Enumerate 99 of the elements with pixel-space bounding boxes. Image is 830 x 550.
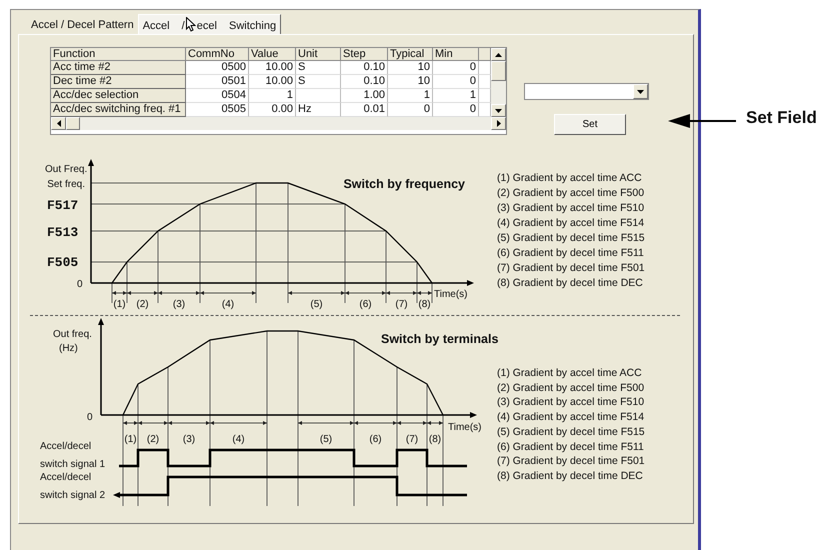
- guide-line: [126, 262, 128, 304]
- segment-label: (4): [232, 434, 245, 445]
- legend-item: (7) Gradient by decel time F501: [497, 261, 645, 276]
- scroll-down-button[interactable]: [491, 104, 506, 117]
- segment-label: (6): [359, 299, 372, 310]
- segment-label: (3): [172, 299, 186, 310]
- table-cell: [296, 89, 341, 103]
- table-cell: 0500: [186, 61, 249, 75]
- horizontal-scrollbar[interactable]: [51, 117, 506, 130]
- segment-label: (2): [146, 434, 160, 445]
- segment-label: (1): [124, 434, 137, 445]
- table-cell: 1: [388, 89, 433, 103]
- segment-label: (3): [182, 434, 196, 445]
- level-label: Set freq.: [47, 179, 85, 190]
- axis-unit-label: (Hz): [59, 343, 78, 354]
- axis-title: Out freq.: [53, 329, 92, 340]
- column-header[interactable]: Min: [433, 48, 479, 61]
- table-cell: 10: [388, 61, 433, 75]
- column-header[interactable]: Step: [341, 48, 388, 61]
- callout-label: Set Field: [746, 108, 817, 128]
- chart-title: Switch by terminals: [381, 332, 498, 346]
- table-cell: 0501: [186, 75, 249, 89]
- segment-label: (1): [113, 299, 126, 310]
- scrollbar-thumb[interactable]: [491, 61, 506, 81]
- table-cell: 1.00: [341, 89, 388, 103]
- scrollbar-thumb[interactable]: [66, 117, 80, 130]
- table-cell: 0.10: [341, 61, 388, 75]
- segment-label: (4): [222, 299, 234, 310]
- scroll-left-button[interactable]: [51, 117, 66, 130]
- table-cell: 0: [433, 75, 479, 89]
- column-header[interactable]: Value: [249, 48, 296, 61]
- legend-item: (5) Gradient by decel time F515: [497, 231, 645, 246]
- level-label: F517: [47, 198, 78, 213]
- legend-item: (3) Gradient by accel time F510: [497, 395, 645, 410]
- chart-title: Switch by frequency: [343, 177, 465, 191]
- axis-zero-label: 0: [77, 279, 83, 290]
- signal-label: Accel/decel switch signal 1: [40, 441, 106, 470]
- legend-item: (8) Gradient by decel time DEC: [497, 276, 644, 291]
- table-cell: 0.10: [341, 75, 388, 89]
- table-cell: 1: [433, 89, 479, 103]
- table-cell: Acc/dec switching freq. #1: [51, 103, 186, 117]
- legend-item: (4) Gradient by accel time F514: [497, 216, 645, 231]
- table-cell: 10: [388, 75, 433, 89]
- table-cell: S: [296, 61, 341, 75]
- callout-arrow: [668, 111, 736, 131]
- legend-item: (7) Gradient by decel time F501: [497, 454, 645, 469]
- table-cell: Acc/dec selection: [51, 89, 186, 103]
- caret-up-icon: [495, 52, 502, 56]
- caret-right-icon: [496, 120, 500, 127]
- legend-item: (5) Gradient by decel time F515: [497, 424, 645, 440]
- segment-label: (7): [395, 299, 408, 310]
- x-axis-label: Time(s): [448, 422, 482, 433]
- level-label: F505: [47, 255, 78, 270]
- legend-item: (1) Gradient by accel time ACC: [497, 366, 643, 381]
- segment-label: (8): [418, 299, 431, 310]
- scroll-up-button[interactable]: [491, 48, 506, 61]
- legend-item: (2) Gradient by accel time F500: [497, 186, 645, 201]
- legend-item: (2) Gradient by accel time F500: [497, 380, 645, 396]
- x-axis-label: Time(s): [434, 289, 468, 300]
- arrowhead-icon: [113, 492, 120, 498]
- set-button[interactable]: Set: [554, 114, 626, 135]
- segment-label: (5): [310, 299, 323, 310]
- tab[interactable]: Accel / ecel Switching: [138, 14, 282, 34]
- column-header[interactable]: Unit: [296, 48, 341, 61]
- dropdown-field[interactable]: [524, 83, 649, 100]
- table-cell: 0504: [186, 89, 249, 103]
- segment-label: (7): [406, 434, 418, 445]
- guide-line: [416, 262, 418, 304]
- segment-label: (2): [136, 299, 149, 310]
- level-label: F513: [47, 225, 78, 240]
- legend-item: (6) Gradient by decel time F511: [497, 246, 645, 261]
- signal-label: Accel/decel switch signal 2: [40, 472, 106, 501]
- vertical-scrollbar[interactable]: [491, 48, 506, 117]
- table-cell: Acc time #2: [51, 61, 186, 75]
- table-cell: 10.00: [249, 61, 296, 75]
- table-cell: Dec time #2: [51, 75, 186, 89]
- segment-label: (8): [428, 434, 442, 445]
- legend-item: (1) Gradient by accel time ACC: [497, 171, 643, 186]
- table-cell: 0: [433, 61, 479, 75]
- column-header[interactable]: CommNo: [186, 48, 249, 61]
- column-header[interactable]: Function: [51, 48, 186, 61]
- table-cell: 1: [249, 89, 296, 103]
- tab[interactable]: Accel / Decel Pattern: [27, 16, 138, 34]
- segment-label: (6): [369, 434, 382, 445]
- legend-item: (6) Gradient by decel time F511: [497, 440, 645, 454]
- legend-item: (4) Gradient by accel time F514: [497, 410, 645, 425]
- axis-zero-label: 0: [87, 412, 93, 423]
- caret-down-icon: [637, 90, 644, 94]
- caret-down-icon: [495, 108, 502, 112]
- table-cell: S: [296, 75, 341, 89]
- axis-title: Out Freq.: [45, 164, 88, 175]
- table-cell: 10.00: [249, 75, 296, 89]
- cursor-icon: [186, 17, 196, 32]
- segment-label: (5): [320, 434, 332, 445]
- legend-item: (8) Gradient by decel time DEC: [497, 468, 644, 484]
- caret-left-icon: [56, 120, 60, 127]
- scroll-right-button[interactable]: [491, 117, 506, 130]
- legend-item: (3) Gradient by accel time F510: [497, 201, 645, 216]
- column-header[interactable]: Typical: [388, 48, 433, 61]
